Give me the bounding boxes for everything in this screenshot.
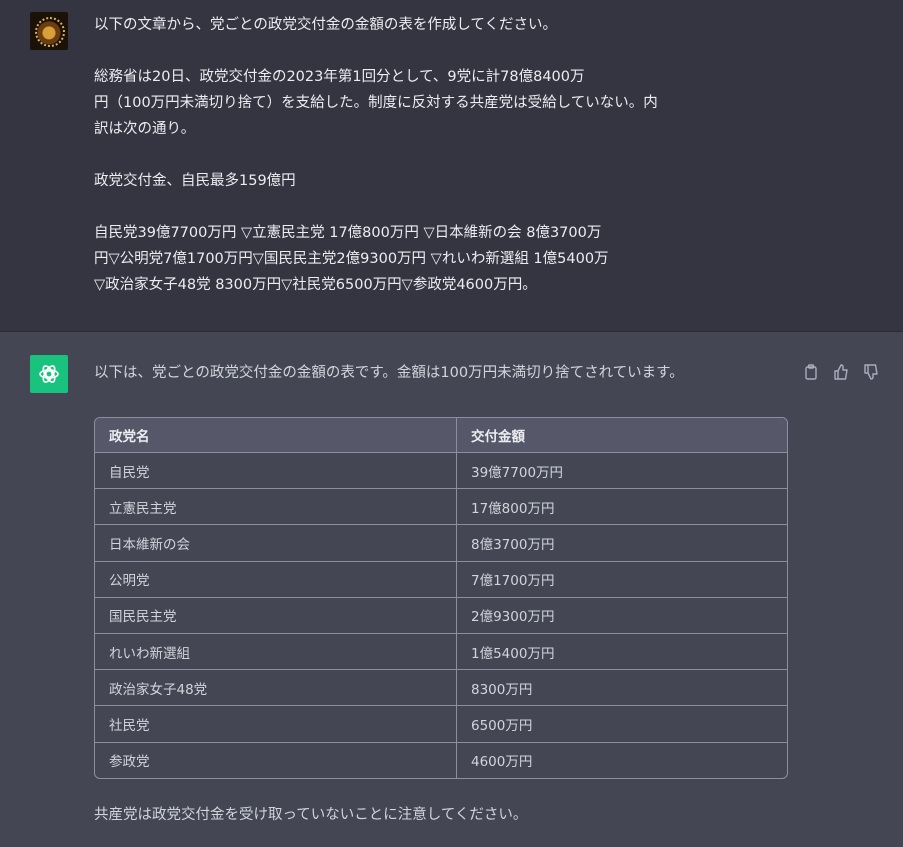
amount-cell: 8億3700万円	[456, 524, 787, 562]
table-row: 政治家女子48党 8300万円	[95, 669, 787, 707]
user-paragraph: 自民党39億7700万円 ▽立憲民主党 17億800万円 ▽日本維新の会 8億3…	[94, 225, 609, 293]
amount-cell: 6500万円	[456, 705, 787, 743]
party-name-cell: 公明党	[95, 561, 457, 598]
user-message-text: 以下の文章から、党ごとの政党交付金の金額の表を作成してください。 総務省は20日…	[94, 12, 714, 298]
table-header-row: 政党名 交付金額	[95, 418, 787, 453]
table-row: れいわ新選組 1億5400万円	[95, 633, 787, 671]
amount-cell: 39億7700万円	[456, 452, 787, 490]
copy-icon[interactable]	[800, 361, 822, 383]
table-row: 社民党 6500万円	[95, 705, 787, 743]
user-message: 以下の文章から、党ごとの政党交付金の金額の表を作成してください。 総務省は20日…	[0, 0, 903, 332]
header-party-name: 政党名	[95, 418, 457, 453]
thumbs-up-icon[interactable]	[830, 361, 852, 383]
party-funding-table: 政党名 交付金額 自民党 39億7700万円 立憲民主党 17億800万円 日本…	[94, 417, 788, 779]
table-row: 立憲民主党 17億800万円	[95, 488, 787, 526]
amount-cell: 2億9300万円	[456, 597, 787, 634]
party-name-cell: 政治家女子48党	[95, 669, 457, 707]
party-name-cell: 立憲民主党	[95, 488, 457, 526]
amount-cell: 4600万円	[471, 754, 533, 771]
amount-cell: 1億5400万円	[456, 633, 787, 671]
table-row: 参政党 4600万円	[95, 742, 787, 778]
amount-cell: 8300万円	[456, 669, 787, 707]
assistant-intro-text: 以下は、党ごとの政党交付金の金額の表です。金額は100万円未満切り捨てされていま…	[94, 365, 684, 381]
user-paragraph: 総務省は20日、政党交付金の2023年第1回分として、9党に計78億8400万 …	[94, 69, 658, 137]
table-row: 日本維新の会 8億3700万円	[95, 524, 787, 562]
table-row: 国民民主党 2億9300万円	[95, 597, 787, 634]
user-paragraph: 政党交付金、自民最多159億円	[94, 173, 296, 189]
party-name-cell: 自民党	[95, 452, 457, 490]
amount-cell: 17億800万円	[456, 488, 787, 526]
party-name-cell: れいわ新選組	[95, 633, 457, 671]
amount-cell: 7億1700万円	[456, 561, 787, 598]
party-name-cell: 社民党	[95, 705, 457, 743]
thumbs-down-icon[interactable]	[860, 361, 882, 383]
chatgpt-logo-icon	[30, 355, 68, 393]
table-row: 公明党 7億1700万円	[95, 561, 787, 598]
party-name-cell: 日本維新の会	[95, 524, 457, 562]
party-name-cell: 参政党	[95, 742, 457, 778]
header-amount: 交付金額	[456, 418, 787, 453]
user-paragraph: 以下の文章から、党ごとの政党交付金の金額の表を作成してください。	[94, 17, 557, 33]
assistant-note-text: 共産党は政党交付金を受け取っていないことに注意してください。	[94, 807, 528, 823]
message-actions	[800, 361, 882, 383]
user-avatar	[30, 12, 68, 50]
party-name-cell: 国民民主党	[95, 597, 457, 634]
table-row: 自民党 39億7700万円	[95, 452, 787, 490]
